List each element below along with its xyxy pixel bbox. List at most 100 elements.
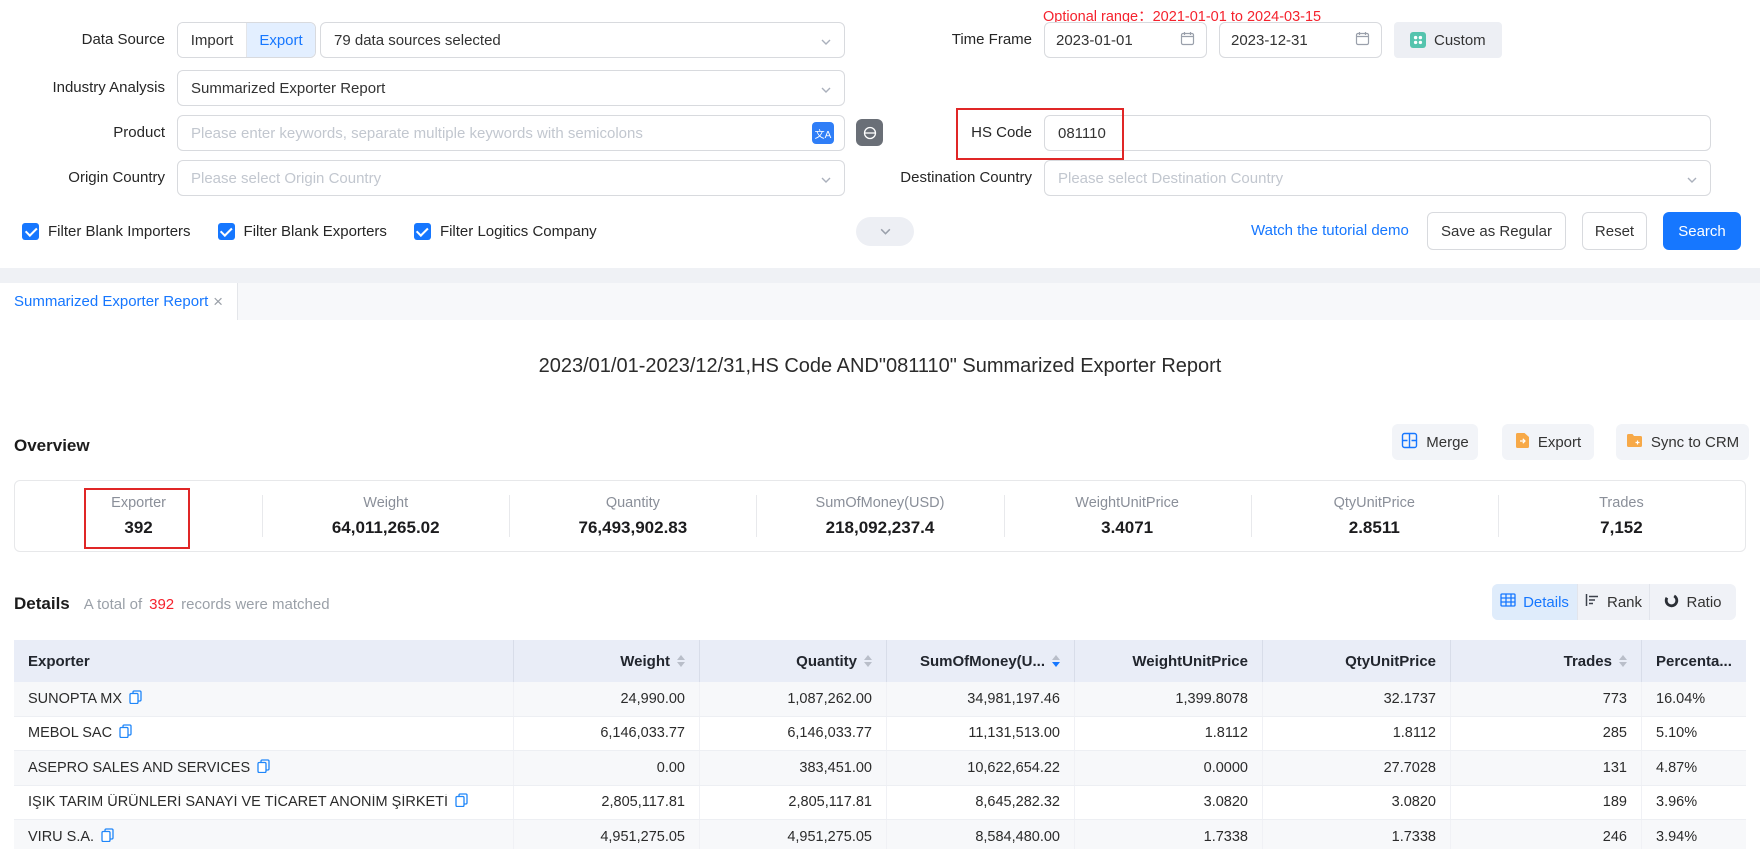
merge-icon [1401,432,1418,453]
keyword-helper-icon[interactable] [856,119,883,146]
qty-unit-price-cell: 3.0820 [1262,786,1450,820]
custom-range-button[interactable]: Custom [1394,22,1502,58]
qty-unit-price-cell: 1.8112 [1262,717,1450,751]
overview-stats-card: Exporter 392 Weight 64,011,265.02 Quanti… [14,480,1746,552]
custom-icon [1410,32,1426,48]
weight-cell: 4,951,275.05 [513,820,699,849]
stat-weight-unit-price: WeightUnitPrice 3.4071 [1004,481,1251,551]
merge-label: Merge [1426,434,1469,451]
weight-cell: 24,990.00 [513,682,699,716]
summary-suffix: records were matched [181,596,329,613]
table-row: MEBOL SAC 6,146,033.77 6,146,033.77 11,1… [14,717,1746,752]
quantity-cell: 383,451.00 [699,751,886,785]
table-row: VIRU S.A. 4,951,275.05 4,951,275.05 8,58… [14,820,1746,849]
weight-unit-price-cell: 1.8112 [1074,717,1262,751]
view-rank-button[interactable]: Rank [1577,584,1649,620]
tab-title: Summarized Exporter Report [14,293,208,310]
copy-icon[interactable] [257,759,270,777]
translate-icon[interactable]: 文A [812,122,834,144]
table-row: IŞIK TARIM ÜRÜNLERİ SANAYİ VE TİCARET AN… [14,786,1746,821]
column-header-weight[interactable]: Weight [513,640,699,682]
column-header-weight-unit-price: WeightUnitPrice [1074,640,1262,682]
summary-prefix: A total of [84,596,142,613]
start-date-input[interactable]: 2023-01-01 [1044,22,1207,58]
table-icon [1500,593,1516,611]
stat-quantity: Quantity 76,493,902.83 [509,481,756,551]
sum-cell: 8,645,282.32 [886,786,1074,820]
view-ratio-button[interactable]: Ratio [1649,584,1736,620]
sort-icon-active-desc[interactable] [1052,655,1060,667]
import-export-toggle: Import Export [177,22,316,58]
search-button[interactable]: Search [1663,212,1741,250]
stat-label: WeightUnitPrice [1075,495,1179,511]
exporter-name: ASEPRO SALES AND SERVICES [28,760,250,776]
quantity-cell: 2,805,117.81 [699,786,886,820]
weight-unit-price-cell: 3.0820 [1074,786,1262,820]
report-title: 2023/01/01-2023/12/31,HS Code AND"081110… [0,355,1760,378]
stat-label: Quantity [606,495,660,511]
merge-button[interactable]: Merge [1392,424,1478,460]
weight-cell: 0.00 [513,751,699,785]
import-toggle[interactable]: Import [178,23,246,57]
sum-cell: 10,622,654.22 [886,751,1074,785]
data-sources-select[interactable]: 79 data sources selected [320,22,845,58]
percentage-cell: 5.10% [1641,717,1746,751]
industry-analysis-value: Summarized Exporter Report [191,80,385,97]
ratio-donut-icon [1664,593,1679,612]
column-header-sum-of-money[interactable]: SumOfMoney(U... [886,640,1074,682]
sync-to-crm-button[interactable]: Sync to CRM [1616,424,1749,460]
stat-value: 3.4071 [1101,518,1153,538]
trades-cell: 246 [1450,820,1641,849]
view-details-button[interactable]: Details [1492,584,1577,620]
details-summary: A total of 392 records were matched [84,596,330,613]
filter-logistics-company-checkbox[interactable]: Filter Logitics Company [414,223,597,240]
trades-cell: 189 [1450,786,1641,820]
industry-analysis-select[interactable]: Summarized Exporter Report [177,70,845,106]
sum-cell: 11,131,513.00 [886,717,1074,751]
start-date-value: 2023-01-01 [1056,32,1133,49]
copy-icon[interactable] [455,793,468,811]
exporter-name: IŞIK TARIM ÜRÜNLERİ SANAYİ VE TİCARET AN… [28,794,448,810]
chevron-down-icon [820,35,832,52]
export-toggle[interactable]: Export [246,23,315,57]
section-divider [0,268,1760,283]
origin-country-select[interactable]: Please select Origin Country [177,160,845,196]
destination-country-select[interactable]: Please select Destination Country [1044,160,1711,196]
trades-cell: 773 [1450,682,1641,716]
end-date-value: 2023-12-31 [1231,32,1308,49]
save-as-regular-button[interactable]: Save as Regular [1427,212,1566,250]
stat-qty-unit-price: QtyUnitPrice 2.8511 [1251,481,1498,551]
sort-icon[interactable] [1619,655,1627,667]
tab-summarized-exporter-report[interactable]: Summarized Exporter Report × [0,283,238,320]
exporter-table: Exporter Weight Quantity SumOfMoney(U...… [14,640,1746,849]
details-header: Details A total of 392 records were matc… [14,585,330,623]
export-button[interactable]: Export [1502,424,1594,460]
view-switcher: Details Rank Ratio [1492,584,1736,620]
hs-code-label: HS Code [900,115,1032,151]
product-keywords-input[interactable] [177,115,845,151]
stat-sum-of-money: SumOfMoney(USD) 218,092,237.4 [756,481,1003,551]
reset-button[interactable]: Reset [1582,212,1647,250]
column-header-quantity[interactable]: Quantity [699,640,886,682]
end-date-input[interactable]: 2023-12-31 [1219,22,1382,58]
sort-icon[interactable] [864,655,872,667]
view-ratio-label: Ratio [1686,594,1721,611]
exporter-name: VIRU S.A. [28,829,94,845]
qty-unit-price-cell: 1.7338 [1262,820,1450,849]
filter-blank-importers-checkbox[interactable]: Filter Blank Importers [22,223,191,240]
chevron-down-icon [820,173,832,190]
collapse-filters-button[interactable] [856,217,914,246]
tutorial-demo-link[interactable]: Watch the tutorial demo [1251,211,1409,251]
table-row: ASEPRO SALES AND SERVICES 0.00 383,451.0… [14,751,1746,786]
stat-weight: Weight 64,011,265.02 [262,481,509,551]
copy-icon[interactable] [129,690,142,708]
sort-icon[interactable] [677,655,685,667]
hs-code-input[interactable] [1044,115,1711,151]
industry-analysis-label: Industry Analysis [0,70,165,106]
filter-blank-exporters-checkbox[interactable]: Filter Blank Exporters [218,223,387,240]
column-header-trades[interactable]: Trades [1450,640,1641,682]
close-icon[interactable]: × [213,293,223,310]
copy-icon[interactable] [119,724,132,742]
copy-icon[interactable] [101,828,114,846]
table-header-row: Exporter Weight Quantity SumOfMoney(U...… [14,640,1746,682]
